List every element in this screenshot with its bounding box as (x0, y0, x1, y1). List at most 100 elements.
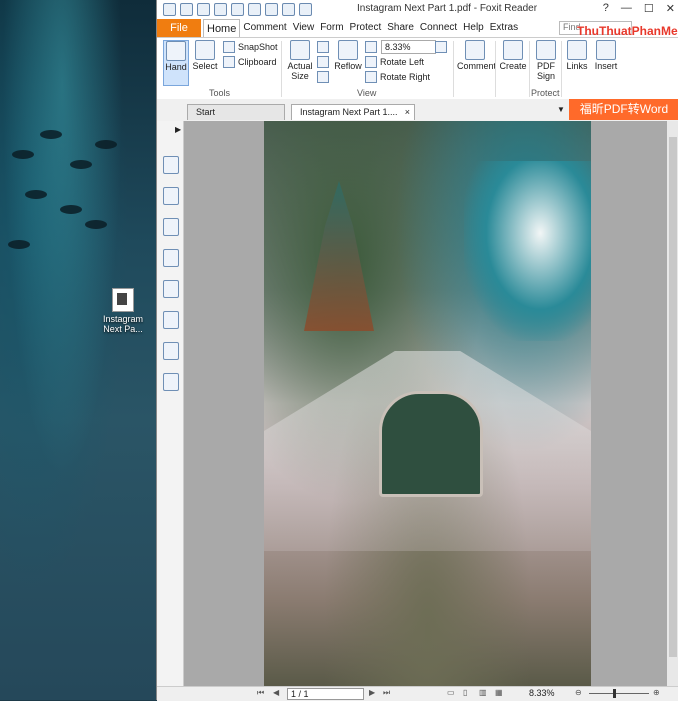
page-icon (290, 40, 310, 60)
links-button[interactable]: Links (565, 40, 589, 71)
print-icon[interactable] (214, 3, 227, 16)
tab-home[interactable]: Home (203, 19, 241, 38)
zoom-slider[interactable] (589, 693, 649, 694)
page-number-input[interactable]: 1 / 1 (287, 688, 364, 700)
comment-button[interactable]: Comment (457, 40, 497, 71)
vertical-scrollbar[interactable] (667, 121, 678, 686)
hand-button[interactable]: Hand (163, 40, 189, 86)
actual-size-label: Actual Size (287, 61, 313, 81)
tab-extras[interactable]: Extras (487, 19, 521, 38)
rotate-right-label: Rotate Right (380, 72, 431, 82)
continuous-facing-icon[interactable]: ▦ (495, 688, 503, 697)
save-icon[interactable] (197, 3, 210, 16)
app-logo-icon (163, 3, 176, 16)
comments-icon[interactable] (163, 249, 179, 267)
tab-help[interactable]: Help (460, 19, 487, 38)
attachment-icon[interactable] (163, 280, 179, 298)
rotate-left-button[interactable]: Rotate Left (365, 56, 424, 68)
fit-visible-button[interactable] (317, 71, 329, 83)
divider (561, 41, 562, 97)
zoom-in-status-icon[interactable]: ⊕ (653, 688, 660, 697)
zoom-level: 8.33% (529, 688, 555, 698)
pdf-page-image (264, 121, 591, 686)
screen-icon[interactable] (231, 3, 244, 16)
zoom-out-status-icon[interactable]: ⊖ (575, 688, 582, 697)
page-pagoda-artwork (304, 181, 374, 331)
maximize-button[interactable]: ☐ (644, 2, 654, 15)
rotate-right-icon (365, 71, 377, 83)
zoom-select[interactable]: 8.33% (381, 40, 436, 54)
ribbon-toolbar: Hand Select SnapShot Clipboard Tools Act… (157, 37, 678, 101)
create-button[interactable]: Create (499, 40, 527, 71)
single-page-icon[interactable]: ▭ (447, 688, 455, 697)
help-button[interactable]: ? (603, 2, 609, 15)
hand-tool-icon[interactable] (299, 3, 312, 16)
protect-group-label: Protect (531, 88, 560, 98)
zoom-out-button[interactable] (365, 41, 377, 53)
fit-width-button[interactable] (317, 56, 329, 68)
close-tab-icon[interactable]: × (405, 105, 410, 120)
divider (453, 41, 454, 97)
reflow-button[interactable]: Reflow (333, 40, 363, 71)
watermark-banner: 福昕PDF转Word (569, 99, 678, 120)
facing-icon[interactable]: ▥ (479, 688, 487, 697)
view-group-label: View (357, 88, 377, 98)
wallpaper-fish (60, 205, 82, 214)
desktop-file-icon[interactable]: Instagram Next Pa... (100, 288, 146, 334)
clipboard-button[interactable]: Clipboard (223, 56, 277, 68)
tab-share[interactable]: Share (384, 19, 417, 38)
wallpaper-fish (70, 160, 92, 169)
page-thumbnail-icon[interactable] (163, 156, 179, 174)
rotate-right-button[interactable]: Rotate Right (365, 71, 430, 83)
redo-icon[interactable] (282, 3, 295, 16)
select-cursor-icon (195, 40, 215, 60)
comment-label: Comment (457, 61, 497, 71)
certificate-icon[interactable] (163, 373, 179, 391)
divider (281, 41, 282, 97)
expand-panel-icon[interactable]: ▶ (175, 125, 181, 134)
new-icon[interactable] (248, 3, 261, 16)
previous-page-icon[interactable]: ◀ (273, 688, 279, 697)
desktop-background: Instagram Next Pa... (0, 0, 156, 700)
reflow-icon (338, 40, 358, 60)
camera-icon (223, 41, 235, 53)
zoom-slider-thumb[interactable] (613, 689, 616, 698)
zoom-in-button[interactable] (435, 41, 447, 53)
tab-form[interactable]: Form (317, 19, 346, 38)
actual-size-button[interactable]: Actual Size (285, 40, 315, 81)
file-menu[interactable]: File (157, 19, 201, 37)
tab-start[interactable]: Start (187, 104, 285, 120)
tab-protect[interactable]: Protect (347, 19, 385, 38)
signature-icon[interactable] (163, 311, 179, 329)
layers-icon[interactable] (163, 218, 179, 236)
hand-icon (166, 41, 186, 61)
rotate-left-label: Rotate Left (380, 57, 425, 67)
snapshot-button[interactable]: SnapShot (223, 41, 278, 53)
close-button[interactable]: ✕ (666, 2, 675, 15)
tab-view[interactable]: View (290, 19, 318, 38)
continuous-icon[interactable]: ▯ (463, 688, 467, 697)
last-page-icon[interactable]: ⏭ (383, 688, 390, 698)
foxit-reader-window: Instagram Next Part 1.pdf - Foxit Reader… (156, 0, 678, 701)
tab-document[interactable]: Instagram Next Part 1.... × (291, 104, 415, 120)
minimize-button[interactable]: — (621, 2, 632, 15)
insert-button[interactable]: Insert (593, 40, 619, 71)
select-button[interactable]: Select (191, 40, 219, 71)
first-page-icon[interactable]: ⏮ (257, 688, 264, 698)
fit-page-button[interactable] (317, 41, 329, 53)
lock-icon[interactable] (163, 342, 179, 360)
tab-connect[interactable]: Connect (417, 19, 460, 38)
open-icon[interactable] (180, 3, 193, 16)
pages-icon[interactable] (163, 187, 179, 205)
next-page-icon[interactable]: ▶ (369, 688, 375, 697)
document-viewer[interactable] (184, 121, 667, 686)
tab-comment[interactable]: Comment (240, 19, 289, 38)
snapshot-label: SnapShot (238, 42, 278, 52)
fit-width-icon (317, 56, 329, 68)
tab-list-dropdown[interactable]: ▼ (557, 105, 565, 114)
wallpaper-fish (8, 240, 30, 249)
pdf-sign-button[interactable]: PDF Sign (533, 40, 559, 81)
scrollbar-thumb[interactable] (669, 137, 677, 657)
undo-icon[interactable] (265, 3, 278, 16)
rotate-left-icon (365, 56, 377, 68)
